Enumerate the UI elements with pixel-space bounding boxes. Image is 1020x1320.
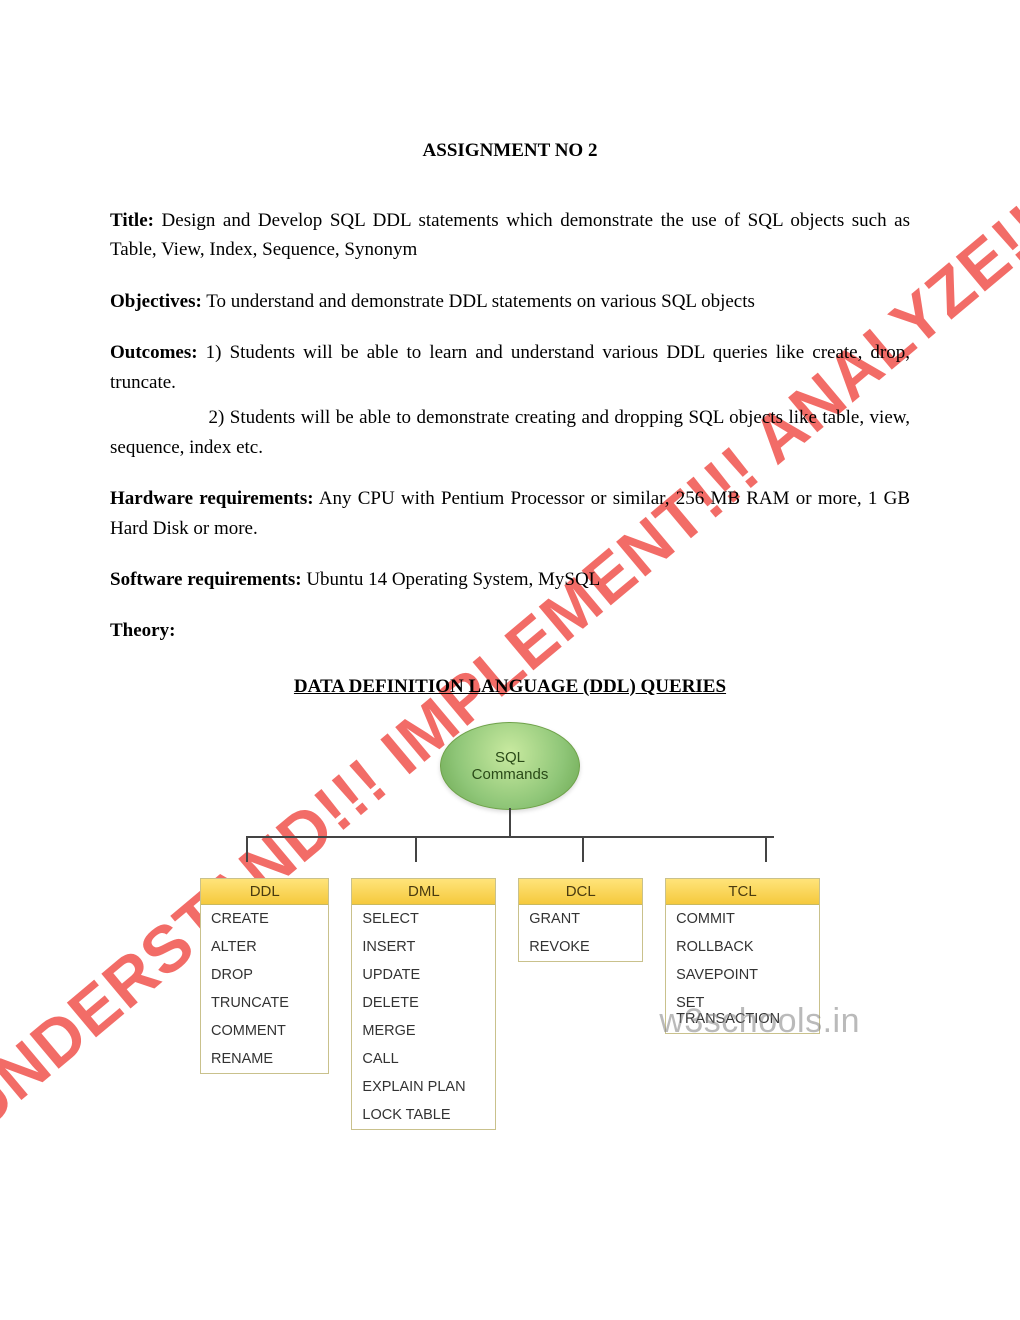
list-item: RENAME	[201, 1045, 328, 1073]
title-label: Title:	[110, 210, 154, 231]
diagram-root-label: SQL Commands	[472, 749, 549, 784]
list-item: ALTER	[201, 933, 328, 961]
diagram-root: SQL Commands	[440, 722, 580, 810]
list-item: SET TRANSACTION	[666, 989, 819, 1033]
title-block: Title: Design and Develop SQL DDL statem…	[110, 206, 910, 265]
group-ddl: DDL CREATE ALTER DROP TRUNCATE COMMENT R…	[200, 878, 329, 1074]
group-ddl-head: DDL	[201, 879, 328, 905]
diagram-connectors	[200, 808, 820, 878]
list-item: SELECT	[352, 905, 495, 933]
list-item: EXPLAIN PLAN	[352, 1073, 495, 1101]
group-tcl-head: TCL	[666, 879, 819, 905]
list-item: DELETE	[352, 989, 495, 1017]
list-item: INSERT	[352, 933, 495, 961]
page-title: ASSIGNMENT NO 2	[110, 140, 910, 162]
hardware-label: Hardware requirements:	[110, 488, 314, 509]
group-dcl-head: DCL	[519, 879, 642, 905]
list-item: COMMIT	[666, 905, 819, 933]
outcomes-label: Outcomes:	[110, 342, 198, 363]
list-item: CALL	[352, 1045, 495, 1073]
outcomes-block-2: 2) Students will be able to demonstrate …	[110, 403, 910, 462]
group-dml-head: DML	[352, 879, 495, 905]
list-item: DROP	[201, 961, 328, 989]
objectives-text: To understand and demonstrate DDL statem…	[202, 291, 755, 312]
objectives-block: Objectives: To understand and demonstrat…	[110, 287, 910, 316]
theory-label: Theory:	[110, 620, 175, 641]
diagram-groups: DDL CREATE ALTER DROP TRUNCATE COMMENT R…	[200, 878, 820, 1130]
software-text: Ubuntu 14 Operating System, MySQL	[302, 569, 601, 590]
list-item: SAVEPOINT	[666, 961, 819, 989]
list-item: REVOKE	[519, 933, 642, 961]
list-item: UPDATE	[352, 961, 495, 989]
theory-block: Theory:	[110, 616, 910, 645]
group-dml: DML SELECT INSERT UPDATE DELETE MERGE CA…	[351, 878, 496, 1130]
list-item: COMMENT	[201, 1017, 328, 1045]
document-page: ASSIGNMENT NO 2 Title: Design and Develo…	[0, 0, 1020, 1190]
list-item: LOCK TABLE	[352, 1101, 495, 1129]
outcomes-text-1: 1) Students will be able to learn and un…	[110, 342, 910, 392]
objectives-label: Objectives:	[110, 291, 202, 312]
title-text: Design and Develop SQL DDL statements wh…	[110, 210, 910, 260]
sql-commands-diagram: SQL Commands DDL CREATE ALTER DROP TRUNC…	[200, 722, 820, 1130]
software-block: Software requirements: Ubuntu 14 Operati…	[110, 565, 910, 594]
group-dcl: DCL GRANT REVOKE	[518, 878, 643, 962]
list-item: TRUNCATE	[201, 989, 328, 1017]
outcomes-block-1: Outcomes: 1) Students will be able to le…	[110, 338, 910, 397]
list-item: CREATE	[201, 905, 328, 933]
software-label: Software requirements:	[110, 569, 302, 590]
list-item: GRANT	[519, 905, 642, 933]
ddl-heading: DATA DEFINITION LANGUAGE (DDL) QUERIES	[110, 676, 910, 698]
group-tcl: TCL COMMIT ROLLBACK SAVEPOINT SET TRANSA…	[665, 878, 820, 1034]
list-item: MERGE	[352, 1017, 495, 1045]
hardware-block: Hardware requirements: Any CPU with Pent…	[110, 484, 910, 543]
list-item: ROLLBACK	[666, 933, 819, 961]
